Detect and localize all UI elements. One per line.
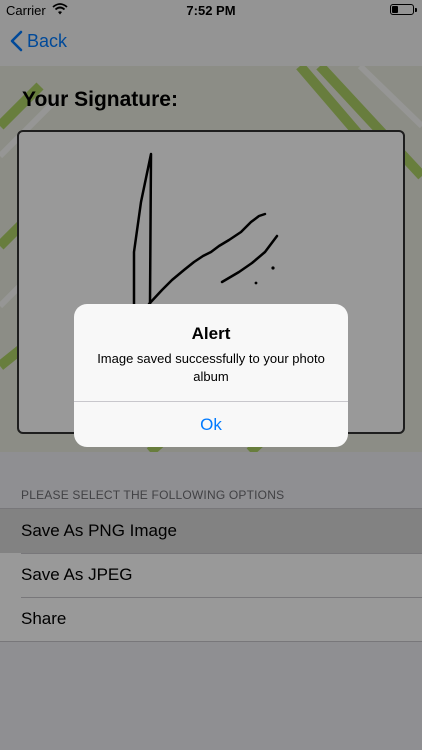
alert-message: Image saved successfully to your photo a… [97,351,325,384]
ok-button[interactable]: Ok [74,402,348,447]
alert-dialog: Alert Image saved successfully to your p… [74,304,348,447]
alert-title: Alert [191,324,231,343]
